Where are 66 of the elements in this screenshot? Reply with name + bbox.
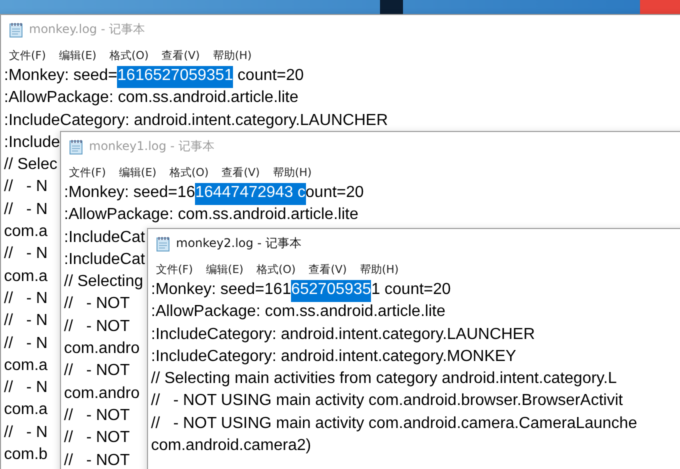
menu-item[interactable]: 编辑(E): [116, 164, 158, 180]
notepad-icon: [69, 138, 83, 154]
notepad-icon: [156, 236, 170, 252]
menu-item[interactable]: 帮助(H): [270, 164, 314, 180]
line-text: // - NOT: [64, 294, 130, 314]
line-text: // Selecting: [64, 272, 144, 292]
line-text: com.a: [4, 266, 48, 287]
menu-item[interactable]: 文件(F): [154, 260, 195, 278]
menu-item[interactable]: 格式(O): [254, 260, 298, 278]
line-text: :IncludeCategory: android.intent.category.LAUNCHER: [151, 324, 535, 345]
line-text: com.b: [4, 445, 48, 466]
line-text: count=20: [236, 66, 304, 86]
line-text: :Monkey: seed=: [4, 66, 118, 86]
line-text: :IncludeCategory: android.intent.category.MONKEY: [151, 346, 516, 367]
line-text: com.a: [4, 222, 48, 242]
line-text: // - NOT: [64, 450, 130, 469]
line-text: // - NOT USING main activity com.android.camera.CameraLaunche: [151, 414, 638, 434]
line-text: :AllowPackage: com.ss.android.article.lite: [151, 302, 446, 322]
menu-item[interactable]: 查看(V): [160, 46, 202, 64]
line-text: :IncludeCat: [64, 250, 145, 270]
selected-text: 16447472943 c: [195, 183, 306, 206]
window-title: monkey2.log - 记事本: [176, 235, 302, 252]
line-text: :IncludeCategory: android.intent.category.LAUNCHER: [4, 110, 388, 131]
line-text: 1 count=20: [371, 280, 451, 300]
menu-item[interactable]: 查看(V): [306, 260, 349, 278]
menu-item[interactable]: 编辑(E): [56, 46, 98, 64]
menu-item[interactable]: 编辑(E): [204, 260, 246, 278]
line-text: // - N: [4, 200, 48, 220]
line-text: :AllowPackage: com.ss.android.article.lite: [64, 205, 358, 226]
selected-text: 1616527059351: [117, 66, 234, 88]
line-text: :AllowPackage: com.ss.android.article.lite: [4, 88, 298, 108]
line-text: // - N: [4, 334, 48, 354]
line-text: com.andro: [64, 384, 140, 404]
line-text: // - NOT: [64, 406, 130, 426]
menu-item[interactable]: 帮助(H): [210, 46, 254, 64]
notepad-icon: [9, 22, 23, 38]
line-text: // - NOT: [64, 428, 130, 448]
menu-item[interactable]: 帮助(H): [358, 260, 401, 278]
line-text: :IncludeCat: [64, 228, 145, 248]
line-text: // - NOT USING main activity com.android.browser.BrowserActivit: [151, 391, 623, 412]
selected-text: 652705935: [291, 280, 372, 302]
line-text: // - N: [4, 288, 48, 309]
line-text: // - NOT: [64, 361, 130, 382]
line-text: ount=20: [306, 183, 364, 203]
menu-item[interactable]: 文件(F): [7, 46, 48, 64]
line-text: // - N: [4, 311, 48, 332]
window-title: monkey.log - 记事本: [29, 21, 145, 38]
line-text: :Include: [4, 132, 60, 153]
menu-item[interactable]: 查看(V): [220, 164, 262, 180]
line-text: // Selec: [4, 155, 58, 176]
line-text: // - N: [4, 177, 48, 198]
line-text: :Monkey: seed=16: [64, 183, 196, 203]
line-text: :Monkey: seed=161: [151, 280, 292, 300]
line-text: // - N: [4, 378, 48, 398]
line-text: com.a: [4, 356, 48, 376]
line-text: com.a: [4, 400, 48, 420]
window-title: monkey1.log - 记事本: [89, 138, 214, 155]
line-text: // Selecting main activities from category android.intent.category.L: [151, 369, 617, 390]
menu-item[interactable]: 格式(O): [167, 164, 211, 180]
line-text: com.andro: [64, 339, 140, 360]
line-text: // - NOT: [64, 316, 130, 337]
menu-item[interactable]: 文件(F): [67, 164, 108, 180]
line-text: // - N: [4, 422, 48, 443]
line-text: // - N: [4, 244, 48, 264]
line-text: com.android.camera2): [151, 436, 312, 456]
menu-item[interactable]: 格式(O): [107, 46, 151, 64]
